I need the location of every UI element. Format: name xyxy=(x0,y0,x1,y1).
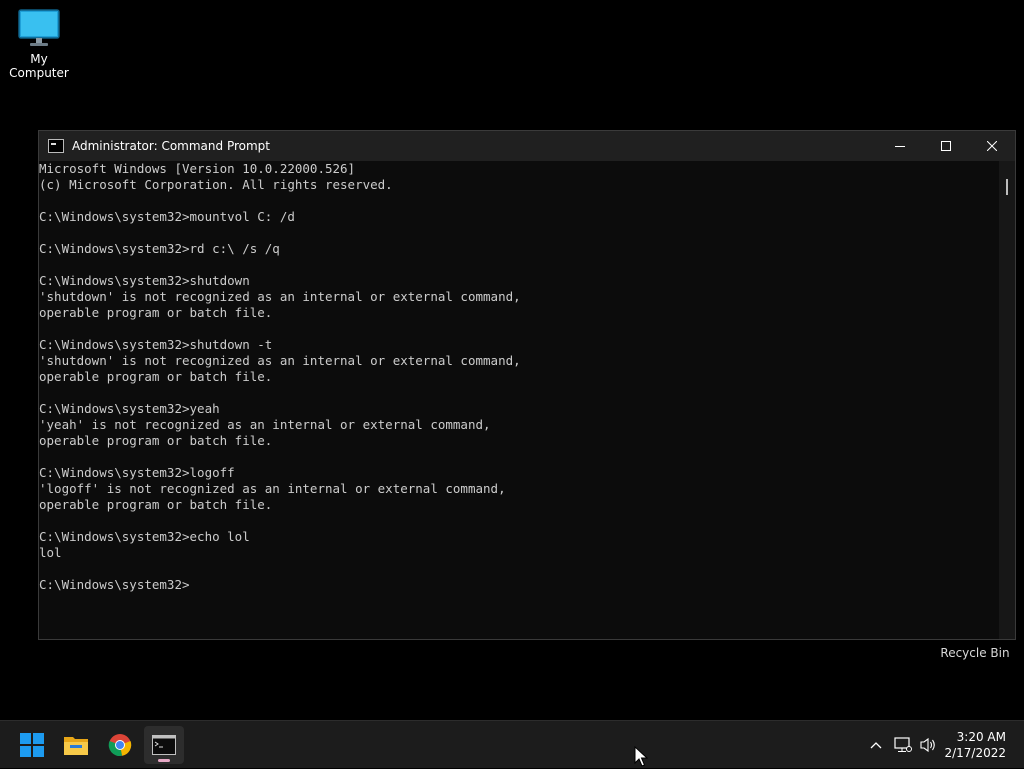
monitor-icon xyxy=(18,9,60,46)
start-button[interactable] xyxy=(12,726,52,764)
volume-button[interactable] xyxy=(916,737,940,753)
console-line: operable program or batch file. xyxy=(39,433,273,448)
vertical-scrollbar[interactable] xyxy=(999,161,1015,639)
console-line: operable program or batch file. xyxy=(39,369,273,384)
console-line: C:\Windows\system32>rd c:\ /s /q xyxy=(39,241,280,256)
console-line: 'shutdown' is not recognized as an inter… xyxy=(39,289,521,304)
window-title: Administrator: Command Prompt xyxy=(72,139,270,153)
command-prompt-window[interactable]: Administrator: Command Prompt Microsoft … xyxy=(38,130,1016,640)
chevron-up-icon xyxy=(870,742,882,749)
clock-time: 3:20 AM xyxy=(956,730,1006,744)
console-line: operable program or batch file. xyxy=(39,497,273,512)
close-button[interactable] xyxy=(969,131,1015,161)
console-line: 'shutdown' is not recognized as an inter… xyxy=(39,353,521,368)
recycle-bin-label[interactable]: Recycle Bin xyxy=(930,646,1020,660)
network-icon xyxy=(894,737,912,752)
command-prompt-taskbar-button[interactable] xyxy=(144,726,184,764)
console-line: C:\Windows\system32>mountvol C: /d xyxy=(39,209,295,224)
console-line: Microsoft Windows [Version 10.0.22000.52… xyxy=(39,161,356,176)
console-line: 'logoff' is not recognized as an interna… xyxy=(39,481,506,496)
console-line: C:\Windows\system32>shutdown -t xyxy=(39,337,273,352)
console-line: C:\Windows\system32>logoff xyxy=(39,465,235,480)
console-line: 'yeah' is not recognized as an internal … xyxy=(39,417,491,432)
volume-icon xyxy=(920,737,935,753)
clock-date: 2/17/2022 xyxy=(944,746,1006,760)
console-line: (c) Microsoft Corporation. All rights re… xyxy=(39,177,393,192)
active-app-indicator xyxy=(158,759,170,762)
chrome-taskbar-button[interactable] xyxy=(100,726,140,764)
system-tray xyxy=(866,721,940,769)
title-bar[interactable]: Administrator: Command Prompt xyxy=(39,131,1015,161)
command-prompt-icon xyxy=(152,735,176,755)
clock[interactable]: 3:20 AM 2/17/2022 xyxy=(944,729,1006,761)
console-line: C:\Windows\system32> xyxy=(39,577,190,592)
my-computer-label: My Computer xyxy=(9,52,69,80)
console-line: operable program or batch file. xyxy=(39,305,273,320)
minimize-icon xyxy=(895,146,905,147)
file-explorer-icon xyxy=(64,737,88,755)
mouse-cursor-icon xyxy=(634,746,648,767)
console-line: C:\Windows\system32>yeah xyxy=(39,401,220,416)
close-icon xyxy=(987,141,997,151)
network-button[interactable] xyxy=(890,737,916,753)
console-line: lol xyxy=(39,545,62,560)
console-output[interactable]: Microsoft Windows [Version 10.0.22000.52… xyxy=(39,161,999,639)
chrome-icon xyxy=(108,734,132,757)
scrollbar-thumb[interactable] xyxy=(1006,179,1008,195)
show-hidden-icons-button[interactable] xyxy=(866,741,886,749)
maximize-button[interactable] xyxy=(923,131,969,161)
file-explorer-taskbar-button[interactable] xyxy=(56,726,96,764)
console-line: C:\Windows\system32>echo lol xyxy=(39,529,250,544)
command-prompt-title-icon xyxy=(48,139,64,153)
maximize-icon xyxy=(941,141,951,151)
start-icon xyxy=(20,733,44,757)
taskbar: 3:20 AM 2/17/2022 xyxy=(0,720,1024,768)
console-line: C:\Windows\system32>shutdown xyxy=(39,273,250,288)
my-computer-desktop-icon[interactable]: My Computer xyxy=(0,8,78,80)
minimize-button[interactable] xyxy=(877,131,923,161)
